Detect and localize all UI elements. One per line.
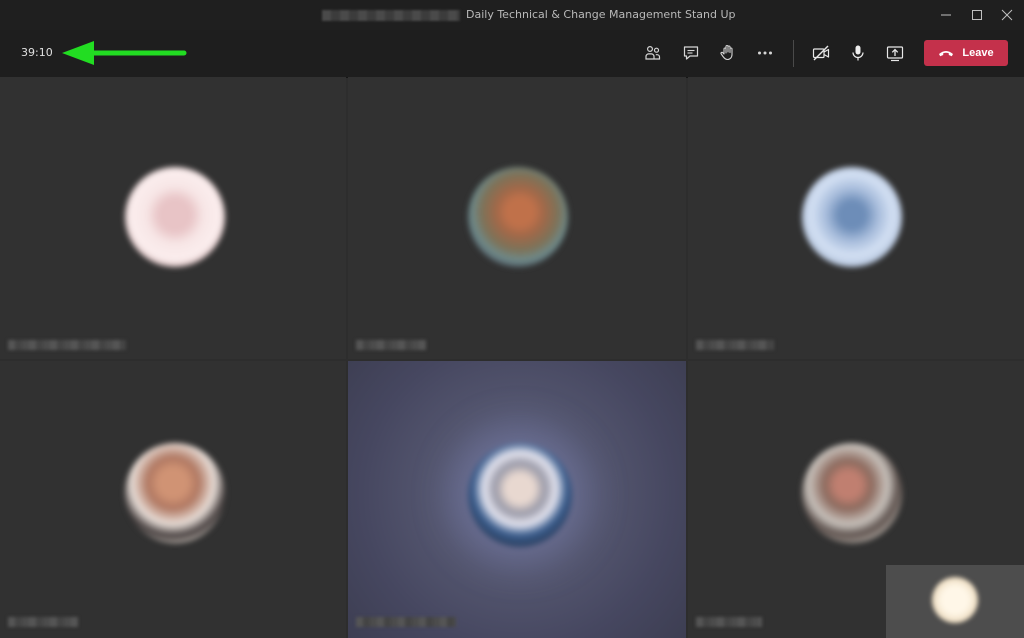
active-speaker-tile[interactable] bbox=[348, 361, 686, 638]
participant-tile[interactable] bbox=[0, 77, 346, 359]
avatar bbox=[468, 443, 572, 547]
window-title: Daily Technical & Change Management Stan… bbox=[466, 8, 736, 21]
phone-hangup-icon bbox=[939, 51, 954, 57]
toolbar-divider bbox=[793, 40, 794, 67]
people-icon[interactable] bbox=[643, 43, 663, 63]
redacted-participant-name bbox=[356, 340, 426, 350]
avatar bbox=[932, 577, 978, 623]
redacted-participant-name bbox=[356, 617, 456, 627]
annotation-arrow-icon bbox=[62, 41, 187, 65]
avatar bbox=[125, 167, 225, 267]
chat-icon[interactable] bbox=[681, 43, 701, 63]
participant-tile[interactable] bbox=[0, 361, 346, 638]
minimize-icon[interactable] bbox=[938, 7, 954, 23]
leave-button[interactable]: Leave bbox=[924, 40, 1008, 66]
camera-off-icon[interactable] bbox=[811, 43, 831, 63]
redacted-participant-name bbox=[696, 340, 774, 350]
redacted-title-prefix bbox=[322, 10, 460, 21]
avatar bbox=[468, 167, 568, 267]
share-screen-icon[interactable] bbox=[885, 43, 905, 63]
maximize-icon[interactable] bbox=[969, 7, 985, 23]
title-bar: Daily Technical & Change Management Stan… bbox=[0, 0, 1024, 30]
meeting-toolbar: 39:10 Leave bbox=[0, 30, 1024, 78]
self-view-tile[interactable] bbox=[886, 565, 1024, 638]
leave-label: Leave bbox=[962, 47, 994, 59]
redacted-participant-name bbox=[696, 617, 762, 627]
meeting-timer: 39:10 bbox=[21, 46, 53, 59]
participant-tile[interactable] bbox=[348, 77, 686, 359]
avatar bbox=[802, 167, 902, 267]
participant-tile[interactable] bbox=[688, 77, 1024, 359]
close-icon[interactable] bbox=[999, 7, 1015, 23]
redacted-participant-name bbox=[8, 340, 126, 350]
video-grid bbox=[0, 77, 1024, 638]
avatar bbox=[125, 443, 225, 543]
avatar bbox=[802, 443, 902, 543]
redacted-participant-name bbox=[8, 617, 78, 627]
more-options-icon[interactable] bbox=[755, 43, 775, 63]
microphone-icon[interactable] bbox=[848, 43, 868, 63]
raise-hand-icon[interactable] bbox=[718, 43, 738, 63]
